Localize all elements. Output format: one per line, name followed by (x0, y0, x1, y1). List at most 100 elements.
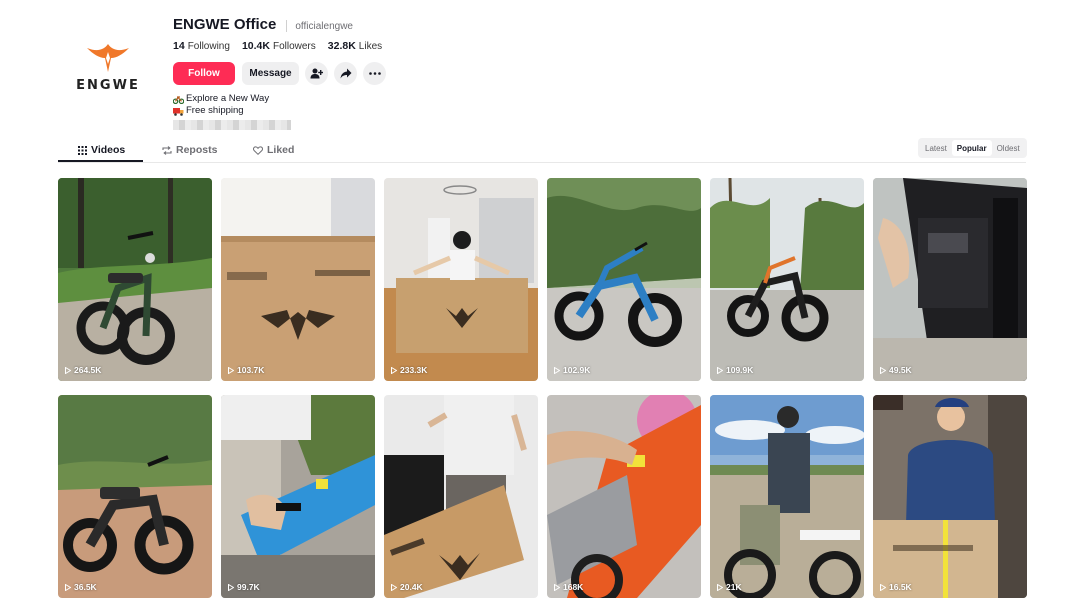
profile-actions: Follow Message (173, 61, 593, 85)
sort-switch: Latest Popular Oldest (918, 138, 1027, 158)
sort-popular[interactable]: Popular (951, 140, 992, 156)
video-thumbnail-image (221, 178, 375, 381)
truck-emoji-icon (173, 107, 184, 116)
active-tab-indicator (58, 160, 143, 162)
video-thumbnail[interactable]: 20.4K (384, 395, 538, 598)
video-thumbnail-image (873, 178, 1027, 381)
name-row: ENGWE Office officialengwe (173, 16, 593, 36)
video-thumbnail-image (710, 395, 864, 598)
tab-label: Liked (267, 144, 295, 156)
view-count: 20.4K (391, 582, 423, 592)
name-divider (286, 20, 288, 32)
view-count: 168K (554, 582, 583, 592)
tab-label: Reposts (176, 144, 218, 156)
add-friend-button[interactable] (305, 61, 328, 85)
tab-label: Videos (91, 144, 126, 156)
video-thumbnail-image (384, 395, 538, 598)
video-thumbnail[interactable]: 21K (710, 395, 864, 598)
sort-latest[interactable]: Latest (920, 140, 952, 156)
likes-label: Likes (358, 41, 383, 52)
share-icon (340, 68, 351, 78)
view-count-text: 20.4K (400, 582, 423, 592)
message-button[interactable]: Message (242, 61, 299, 85)
view-count: 36.5K (65, 582, 97, 592)
sort-oldest[interactable]: Oldest (992, 140, 1025, 156)
repost-icon (162, 145, 172, 155)
video-thumbnail-image (221, 395, 375, 598)
video-thumbnail[interactable]: 36.5K (58, 395, 212, 598)
heart-icon (253, 145, 263, 155)
followers-count: 10.4K (241, 40, 270, 52)
view-count-text: 36.5K (74, 582, 97, 592)
user-handle: officialengwe (295, 21, 353, 32)
play-icon (65, 583, 71, 591)
view-count: 21K (717, 582, 742, 592)
followers-label: Followers (272, 41, 316, 52)
view-count: 233.3K (391, 365, 427, 375)
video-thumbnail[interactable]: 103.7K (221, 178, 375, 381)
video-thumbnail[interactable]: 49.5K (873, 178, 1027, 381)
view-count: 103.7K (228, 365, 264, 375)
following-count: 14 (173, 40, 185, 52)
share-button[interactable] (334, 61, 357, 85)
profile-avatar[interactable]: ENGWE (58, 16, 158, 116)
blurred-link[interactable] (173, 120, 291, 130)
stat-followers[interactable]: 10.4K Followers (242, 40, 316, 52)
stat-likes: 32.8K Likes (328, 40, 382, 52)
video-thumbnail-image (58, 178, 212, 381)
play-icon (391, 366, 397, 374)
video-thumbnail[interactable]: 168K (547, 395, 701, 598)
video-thumbnail-image (873, 395, 1027, 598)
logo-wordmark: ENGWE (76, 77, 140, 93)
view-count-text: 103.7K (237, 365, 265, 375)
view-count: 264.5K (65, 365, 101, 375)
video-thumbnail[interactable]: 99.7K (221, 395, 375, 598)
view-count-text: 21K (726, 582, 742, 592)
follow-button[interactable]: Follow (173, 61, 235, 85)
play-icon (554, 583, 560, 591)
video-thumbnail[interactable]: 233.3K (384, 178, 538, 381)
profile-info: ENGWE Office officialengwe 14 Following 1… (173, 16, 593, 130)
bio-line: Explore a New Way (173, 93, 593, 105)
bio-text: Explore a New Way (186, 93, 270, 104)
likes-count: 32.8K (327, 40, 356, 52)
video-thumbnail-image (547, 395, 701, 598)
video-thumbnail[interactable]: 102.9K (547, 178, 701, 381)
bio-text: Free shipping (186, 105, 244, 116)
tab-liked[interactable]: Liked (253, 138, 294, 162)
engwe-logo-icon (87, 43, 129, 72)
following-label: Following (187, 41, 230, 52)
profile-bio: Explore a New Way Free shipping (173, 93, 593, 130)
play-icon (228, 366, 234, 374)
bio-line: Free shipping (173, 105, 593, 117)
view-count-text: 102.9K (563, 365, 591, 375)
video-thumbnail[interactable]: 264.5K (58, 178, 212, 381)
tab-videos[interactable]: Videos (78, 138, 125, 162)
view-count-text: 109.9K (726, 365, 754, 375)
display-name: ENGWE Office (173, 16, 277, 33)
video-thumbnail[interactable]: 109.9K (710, 178, 864, 381)
view-count: 109.9K (717, 365, 753, 375)
video-thumbnail-image (547, 178, 701, 381)
view-count: 102.9K (554, 365, 590, 375)
bike-emoji-icon (173, 95, 184, 104)
play-icon (717, 366, 723, 374)
play-icon (717, 583, 723, 591)
view-count: 16.5K (880, 582, 912, 592)
stat-following[interactable]: 14 Following (173, 40, 230, 52)
play-icon (65, 366, 71, 374)
play-icon (880, 583, 886, 591)
view-count: 99.7K (228, 582, 260, 592)
profile-tabs: Videos Reposts Liked (58, 138, 1026, 163)
play-icon (391, 583, 397, 591)
grid-icon (78, 145, 87, 155)
view-count-text: 168K (563, 582, 584, 592)
profile-stats: 14 Following 10.4K Followers 32.8K Likes (173, 38, 593, 54)
play-icon (880, 366, 886, 374)
view-count-text: 16.5K (889, 582, 912, 592)
video-thumbnail-image (384, 178, 538, 381)
tab-reposts[interactable]: Reposts (162, 138, 217, 162)
more-icon (368, 71, 381, 75)
video-thumbnail[interactable]: 16.5K (873, 395, 1027, 598)
more-options-button[interactable] (363, 61, 386, 85)
